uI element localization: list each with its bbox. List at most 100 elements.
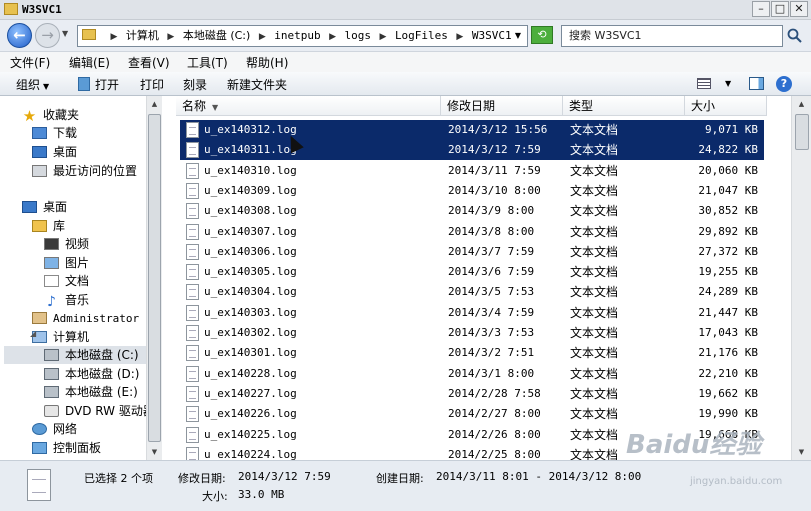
nav-dvd-drive[interactable]: DVD RW 驱动器 <box>44 402 146 420</box>
breadcrumb-w3svc1[interactable]: W3SVC1 <box>472 29 512 42</box>
file-list-scrollbar[interactable]: ▲ ▼ <box>791 96 811 460</box>
breadcrumb-logfiles[interactable]: LogFiles <box>395 29 448 42</box>
baidu-jingyan-watermark: Baidu经验 jingyan.baidu.com <box>626 424 782 487</box>
column-header-modified[interactable]: 修改日期 <box>441 96 563 116</box>
nav-desktop-favorite[interactable]: 桌面 <box>32 143 77 161</box>
file-name: u_ex140305.log <box>204 265 297 279</box>
size-value: 33.0 MB <box>238 488 285 501</box>
nav-favorites[interactable]: ★ 收藏夹 <box>22 106 79 124</box>
scrollbar-thumb[interactable] <box>148 114 161 442</box>
text-file-icon <box>186 284 199 301</box>
navigation-pane: ★ 收藏夹 下载 桌面 最近访问的位置 桌面 库 视频 图片 文档 ♪ 音乐 Adm… <box>0 96 146 460</box>
new-folder-button[interactable]: 新建文件夹 <box>227 76 287 93</box>
help-icon[interactable]: ? <box>776 76 792 92</box>
navigation-scrollbar[interactable]: ▲ ▼ <box>146 96 162 460</box>
nav-drive-c[interactable]: 本地磁盘 (C:) <box>4 346 146 364</box>
folder-icon <box>82 29 96 40</box>
menu-file[interactable]: 文件(F) <box>10 54 50 71</box>
nav-music[interactable]: ♪ 音乐 <box>44 291 89 309</box>
file-row[interactable]: u_ex140227.log 2014/2/28 7:58 文本文档 19,662 K… <box>180 384 764 404</box>
organize-button[interactable]: 组织 ▼ <box>16 76 49 93</box>
text-file-icon <box>186 122 199 138</box>
file-row[interactable]: u_ex140303.log 2014/3/4 7:59 文本文档 21,447 KB <box>180 303 764 323</box>
menu-view[interactable]: 查看(V) <box>128 54 170 71</box>
text-file-icon <box>186 345 199 362</box>
scroll-down-arrow[interactable]: ▼ <box>147 444 162 460</box>
scroll-down-arrow[interactable]: ▼ <box>794 444 809 460</box>
column-header-type[interactable]: 类型 <box>563 96 685 116</box>
nav-control-panel[interactable]: 控制面板 <box>32 439 101 457</box>
print-button[interactable]: 打印 <box>140 76 164 93</box>
column-header-name[interactable]: 名称 ▼ <box>176 96 441 116</box>
desktop-icon <box>32 146 47 158</box>
open-button[interactable]: 打开 <box>78 76 119 93</box>
recent-pages-dropdown[interactable]: ▼ <box>62 29 68 38</box>
file-name: u_ex140310.log <box>204 163 297 177</box>
nav-desktop[interactable]: 桌面 <box>22 198 67 216</box>
scroll-up-arrow[interactable]: ▲ <box>147 96 162 112</box>
view-details-icon[interactable] <box>697 78 711 89</box>
hard-drive-icon <box>44 386 59 398</box>
text-file-icon <box>186 223 199 240</box>
nav-downloads[interactable]: 下载 <box>32 124 77 142</box>
file-row[interactable]: u_ex140311.log 2014/3/12 7:59 文本文档 24,822 K… <box>180 140 764 161</box>
maximize-button[interactable]: □ <box>771 1 789 17</box>
menu-edit[interactable]: 编辑(E) <box>69 54 110 71</box>
file-type: 文本文档 <box>570 163 619 178</box>
file-row[interactable]: u_ex140306.log 2014/3/7 7:59 文本文档 27,372 KB <box>180 242 764 262</box>
file-row[interactable]: u_ex140301.log 2014/3/2 7:51 文本文档 21,176 KB <box>180 343 764 363</box>
breadcrumb-inetpub[interactable]: inetpub <box>274 29 320 42</box>
file-row[interactable]: u_ex140305.log 2014/3/6 7:59 文本文档 19,255 KB <box>180 262 764 282</box>
file-size: 21,176 KB <box>698 346 758 360</box>
file-row[interactable]: u_ex140302.log 2014/3/3 7:53 文本文档 17,043 KB <box>180 323 764 343</box>
menu-tools[interactable]: 工具(T) <box>187 54 228 71</box>
breadcrumb-drive-c[interactable]: 本地磁盘 (C:) <box>183 29 250 42</box>
menu-help[interactable]: 帮助(H) <box>246 54 288 71</box>
forward-button[interactable]: → <box>35 23 60 48</box>
nav-administrator[interactable]: Administrator <box>32 310 139 328</box>
modified-label: 修改日期: <box>178 472 226 485</box>
nav-network[interactable]: 网络 <box>32 420 77 438</box>
nav-libraries[interactable]: 库 <box>32 217 65 235</box>
file-row[interactable]: u_ex140304.log 2014/3/5 7:53 文本文档 24,289 KB <box>180 282 764 302</box>
file-size: 30,852 KB <box>698 204 758 218</box>
refresh-button[interactable]: ⟲ <box>531 26 553 44</box>
created-value: 2014/3/11 8:01 - 2014/3/12 8:00 <box>436 470 642 483</box>
nav-pictures[interactable]: 图片 <box>44 254 89 272</box>
burn-button[interactable]: 刻录 <box>183 76 207 93</box>
text-file-icon <box>186 446 199 460</box>
nav-videos[interactable]: 视频 <box>44 235 89 253</box>
nav-recent-places[interactable]: 最近访问的位置 <box>32 162 137 180</box>
file-row[interactable]: u_ex140226.log 2014/2/27 8:00 文本文档 19,990 K… <box>180 404 764 424</box>
file-size: 24,289 KB <box>698 285 758 299</box>
file-row[interactable]: u_ex140308.log 2014/3/9 8:00 文本文档 30,852 KB <box>180 201 764 221</box>
view-dropdown[interactable]: ▼ <box>725 79 731 88</box>
file-row[interactable]: u_ex140228.log 2014/3/1 8:00 文本文档 22,210 KB <box>180 364 764 384</box>
file-modified: 2014/3/9 8:00 <box>448 204 535 218</box>
scrollbar-thumb[interactable] <box>795 114 809 150</box>
address-dropdown[interactable]: ▼ <box>515 26 521 46</box>
search-input[interactable]: 搜索 W3SVC1 <box>561 25 783 47</box>
scroll-up-arrow[interactable]: ▲ <box>794 96 809 112</box>
text-file-icon <box>186 182 199 199</box>
search-icon[interactable] <box>786 27 803 44</box>
file-row[interactable]: u_ex140312.log 2014/3/12 15:56 文本文档 9,071 K… <box>180 120 764 140</box>
file-modified: 2014/3/8 8:00 <box>448 224 535 238</box>
minimize-button[interactable]: – <box>752 1 770 17</box>
file-row[interactable]: u_ex140307.log 2014/3/8 8:00 文本文档 29,892 KB <box>180 222 764 242</box>
expand-arrow-icon[interactable]: ◢ <box>30 329 40 338</box>
nav-drive-d[interactable]: 本地磁盘 (D:) <box>44 365 139 383</box>
nav-computer[interactable]: 计算机 <box>32 328 89 346</box>
nav-drive-e[interactable]: 本地磁盘 (E:) <box>44 383 138 401</box>
close-button[interactable]: ✕ <box>790 1 808 17</box>
file-row[interactable]: u_ex140309.log 2014/3/10 8:00 文本文档 21,047 K… <box>180 181 764 201</box>
file-name: u_ex140312.log <box>204 123 297 136</box>
file-row[interactable]: u_ex140310.log 2014/3/11 7:59 文本文档 20,060 K… <box>180 161 764 181</box>
breadcrumb-computer[interactable]: 计算机 <box>126 29 159 42</box>
breadcrumb-logs[interactable]: logs <box>345 29 372 42</box>
preview-pane-icon[interactable] <box>749 77 764 90</box>
column-header-size[interactable]: 大小 <box>685 96 767 116</box>
back-button[interactable]: ← <box>7 23 32 48</box>
address-bar[interactable]: ▶ 计算机 ▶ 本地磁盘 (C:) ▶ inetpub ▶ logs ▶ Log… <box>77 25 528 47</box>
nav-documents[interactable]: 文档 <box>44 272 89 290</box>
